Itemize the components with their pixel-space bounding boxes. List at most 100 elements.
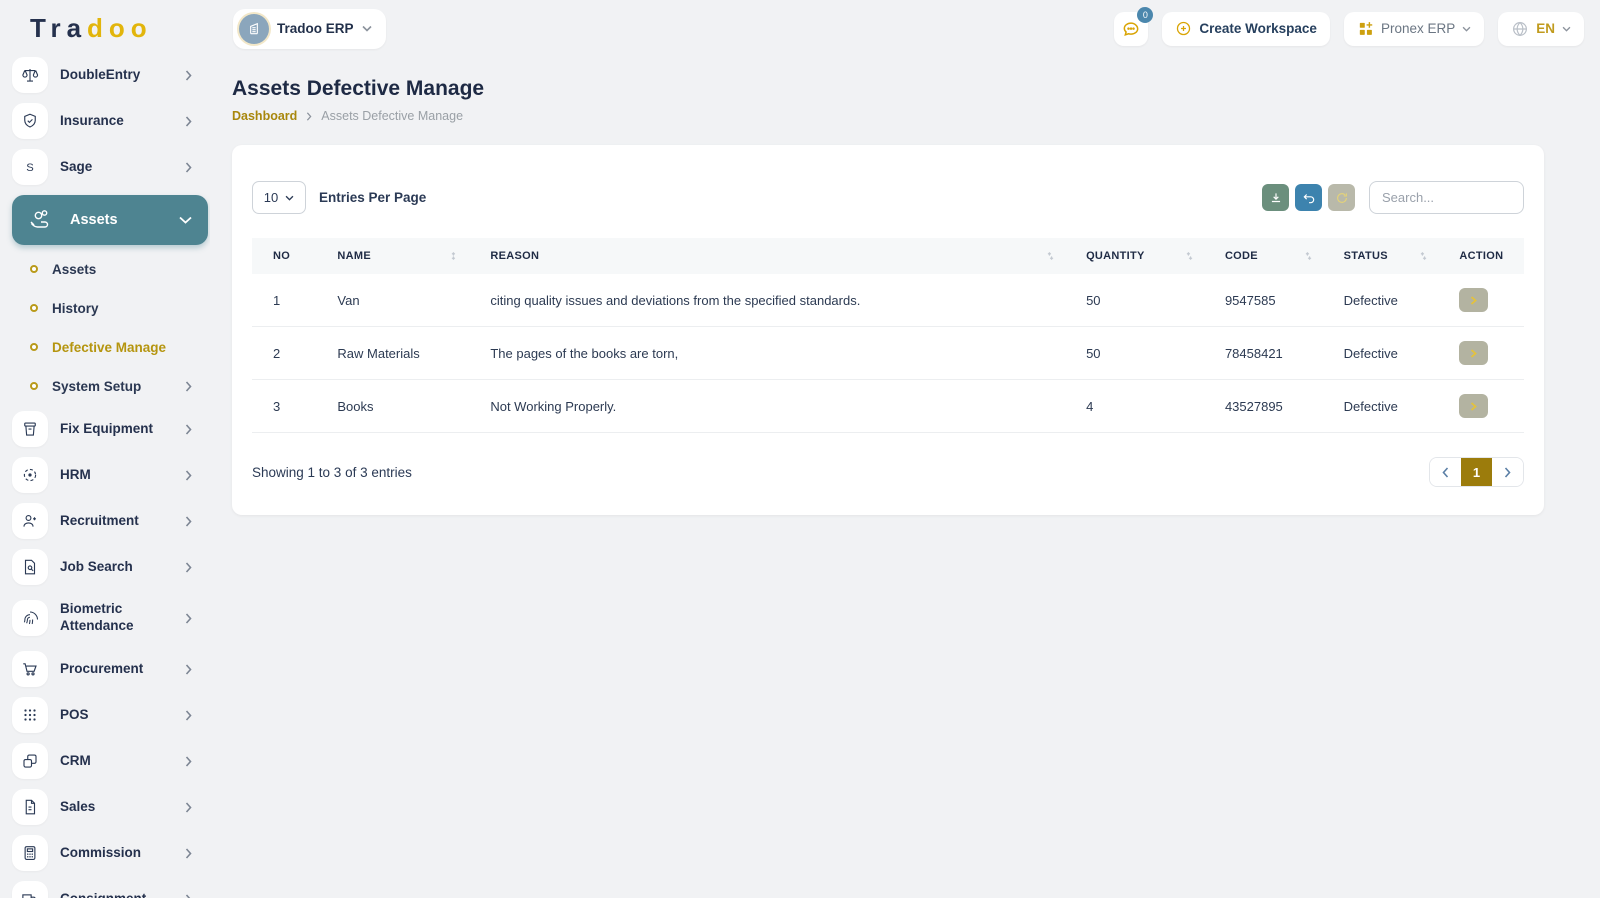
pagination: 1 bbox=[1429, 457, 1524, 487]
language-selector[interactable]: EN bbox=[1498, 11, 1584, 46]
sidebar-item-label: HRM bbox=[60, 466, 91, 482]
sidebar-item-assets[interactable]: Assets bbox=[12, 195, 208, 245]
workspace-label: Tradoo ERP bbox=[277, 21, 354, 36]
main-content: Assets Defective Manage Dashboard Assets… bbox=[210, 57, 1600, 898]
shield-check-icon bbox=[12, 103, 48, 139]
sidebar-subitem-label: Defective Manage bbox=[52, 339, 167, 355]
cell-code: 43527895 bbox=[1203, 379, 1323, 433]
cell-no: 2 bbox=[252, 326, 317, 380]
download-button[interactable] bbox=[1262, 184, 1289, 211]
sidebar-item-fix-equipment[interactable]: Fix Equipment bbox=[12, 411, 198, 447]
defective-assets-table: NO NAME REASON QUANTITY CODE STATUS ACTI… bbox=[252, 238, 1524, 433]
table-controls: 10 Entries Per Page bbox=[252, 181, 1524, 214]
hand-coins-icon bbox=[22, 202, 58, 238]
cell-code: 9547585 bbox=[1203, 274, 1323, 327]
pagination-prev-button[interactable] bbox=[1430, 458, 1461, 486]
col-header-quantity[interactable]: QUANTITY bbox=[1065, 238, 1204, 274]
sidebar-item-sales[interactable]: Sales bbox=[12, 789, 198, 825]
sidebar-item-sage[interactable]: S Sage bbox=[12, 149, 198, 185]
entries-per-page-value: 10 bbox=[263, 190, 279, 205]
chevron-right-icon bbox=[185, 893, 192, 898]
chat-bubble-icon bbox=[1121, 19, 1141, 39]
brand-logo[interactable]: Tradoo bbox=[30, 13, 210, 44]
sidebar-item-insurance[interactable]: Insurance bbox=[12, 103, 198, 139]
search-input[interactable] bbox=[1369, 181, 1524, 214]
grid-plus-icon bbox=[1357, 20, 1374, 37]
sidebar-item-doubleentry[interactable]: DoubleEntry bbox=[12, 57, 198, 93]
erp-switcher[interactable]: Pronex ERP bbox=[1343, 11, 1485, 46]
table-row: 3 Books Not Working Properly. 4 43527895… bbox=[252, 379, 1524, 433]
sage-s-icon: S bbox=[12, 149, 48, 185]
col-header-status[interactable]: STATUS bbox=[1323, 238, 1439, 274]
document-search-icon bbox=[12, 549, 48, 585]
col-header-name[interactable]: NAME bbox=[316, 238, 469, 274]
col-header-code[interactable]: CODE bbox=[1204, 238, 1323, 274]
sidebar-item-job-search[interactable]: Job Search bbox=[12, 549, 198, 585]
chevron-right-icon bbox=[185, 709, 192, 721]
chevron-right-icon bbox=[185, 663, 192, 675]
sort-icon bbox=[1304, 251, 1313, 261]
col-header-no: NO bbox=[273, 250, 291, 262]
chevron-down-icon bbox=[179, 216, 192, 224]
pagination-page-1[interactable]: 1 bbox=[1461, 458, 1492, 486]
workspace-selector[interactable]: Tradoo ERP bbox=[233, 8, 386, 49]
sort-icon bbox=[450, 251, 459, 261]
bullet-icon bbox=[30, 304, 38, 312]
sidebar-item-commission[interactable]: Commission bbox=[12, 835, 198, 871]
sidebar-subitem-history[interactable]: History bbox=[30, 293, 198, 323]
chevron-right-icon bbox=[185, 161, 192, 173]
sidebar-item-label: Sales bbox=[60, 798, 96, 814]
download-icon bbox=[1269, 191, 1283, 205]
sidebar-item-label: Fix Equipment bbox=[60, 420, 154, 436]
table-row: 2 Raw Materials The pages of the books a… bbox=[252, 326, 1524, 380]
sidebar-subitem-defective-manage[interactable]: Defective Manage bbox=[30, 332, 198, 362]
sidebar-item-consignment[interactable]: Consignment bbox=[12, 881, 198, 898]
sidebar-item-pos[interactable]: POS bbox=[12, 697, 198, 733]
bullet-icon bbox=[30, 343, 38, 351]
sidebar-subitem-system-setup[interactable]: System Setup bbox=[30, 371, 198, 401]
cell-quantity: 50 bbox=[1065, 326, 1204, 380]
caret-right-icon bbox=[1470, 401, 1478, 411]
create-workspace-button[interactable]: Create Workspace bbox=[1162, 11, 1330, 46]
entries-per-page-select[interactable]: 10 bbox=[252, 181, 306, 214]
sidebar-subitem-assets[interactable]: Assets bbox=[30, 254, 198, 284]
logo-gold-part: doo bbox=[87, 13, 153, 43]
sidebar-item-label: Commission bbox=[60, 844, 142, 860]
sidebar-item-recruitment[interactable]: Recruitment bbox=[12, 503, 198, 539]
col-header-reason[interactable]: REASON bbox=[469, 238, 1065, 274]
pagination-next-button[interactable] bbox=[1492, 458, 1523, 486]
chat-button[interactable]: 0 bbox=[1114, 6, 1154, 46]
row-action-button[interactable] bbox=[1459, 288, 1489, 312]
sidebar-item-hrm[interactable]: HRM bbox=[12, 457, 198, 493]
sidebar-item-crm[interactable]: CRM bbox=[12, 743, 198, 779]
refresh-button[interactable] bbox=[1328, 184, 1355, 211]
chevron-right-icon bbox=[185, 115, 192, 127]
cell-name: Raw Materials bbox=[316, 326, 470, 380]
sort-icon bbox=[1046, 251, 1055, 261]
row-action-button[interactable] bbox=[1459, 394, 1489, 418]
cell-reason: citing quality issues and deviations fro… bbox=[469, 274, 1066, 327]
sidebar-item-procurement[interactable]: Procurement bbox=[12, 651, 198, 687]
sidebar: DoubleEntry Insurance S Sage Assets Asse… bbox=[0, 57, 210, 898]
table-header-row: NO NAME REASON QUANTITY CODE STATUS ACTI… bbox=[252, 238, 1524, 274]
erp-switcher-label: Pronex ERP bbox=[1380, 21, 1456, 36]
table-footer: Showing 1 to 3 of 3 entries 1 bbox=[252, 457, 1524, 487]
cell-reason: Not Working Properly. bbox=[469, 379, 1066, 433]
sidebar-item-biometric-attendance[interactable]: Biometric Attendance bbox=[12, 595, 198, 641]
caret-right-icon bbox=[1470, 348, 1478, 358]
sort-icon bbox=[1419, 251, 1428, 261]
cell-status: Defective bbox=[1322, 326, 1439, 380]
undo-button[interactable] bbox=[1295, 184, 1322, 211]
sidebar-item-label: POS bbox=[60, 706, 89, 722]
row-action-button[interactable] bbox=[1459, 341, 1489, 365]
chevron-right-icon bbox=[185, 755, 192, 767]
chevron-right-icon bbox=[185, 612, 192, 624]
breadcrumb-dashboard-link[interactable]: Dashboard bbox=[232, 109, 297, 123]
chevron-down-icon bbox=[361, 25, 372, 32]
breadcrumb: Dashboard Assets Defective Manage bbox=[232, 109, 1576, 123]
create-workspace-label: Create Workspace bbox=[1199, 21, 1317, 36]
chevron-down-icon bbox=[1462, 26, 1471, 32]
chevron-right-icon bbox=[185, 469, 192, 481]
cell-quantity: 4 bbox=[1065, 379, 1204, 433]
scales-icon bbox=[12, 57, 48, 93]
